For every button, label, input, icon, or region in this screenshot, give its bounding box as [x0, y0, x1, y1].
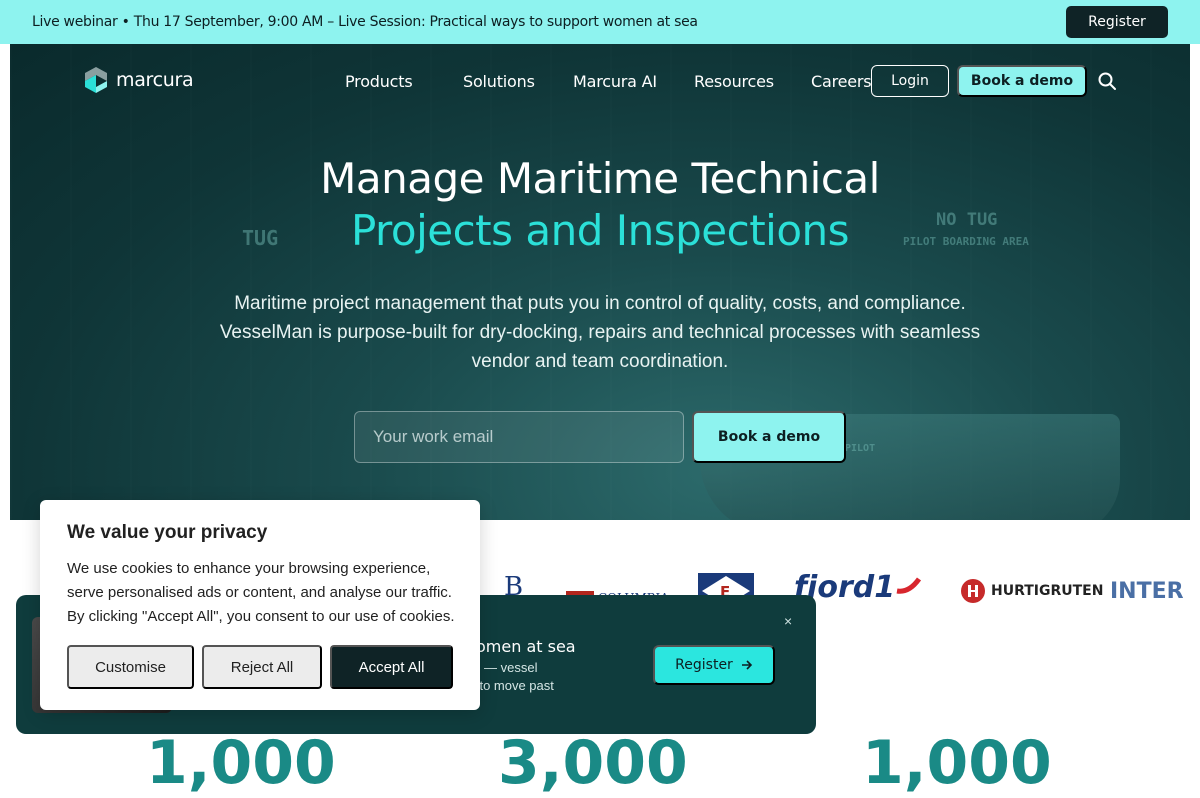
bg-label-pilot: PILOT: [845, 443, 876, 454]
webinar-register-button[interactable]: Register: [653, 645, 775, 685]
hero-subtitle: Maritime project management that puts yo…: [219, 293, 981, 372]
client-logo-inter: INTER: [1110, 566, 1184, 616]
accept-all-button[interactable]: Accept All: [330, 645, 453, 689]
nav-item-products[interactable]: Products: [345, 72, 413, 91]
main-nav: marcura Products Solutions Marcura AI Re…: [10, 44, 1190, 118]
work-email-input[interactable]: [354, 411, 684, 463]
hero-title-line2: Projects and Inspections: [350, 206, 850, 255]
cookie-text: We use cookies to enhance your browsing …: [67, 560, 455, 625]
stat-value-3: 1,000: [862, 728, 1052, 798]
stat-value-2: 3,000: [498, 728, 688, 798]
announcement-register-button[interactable]: Register: [1066, 6, 1168, 38]
hurtigruten-icon: [961, 579, 985, 603]
nav-item-resources[interactable]: Resources: [694, 72, 774, 91]
nav-item-careers[interactable]: Careers: [811, 72, 872, 91]
hero-book-demo-button[interactable]: Book a demo: [692, 411, 846, 463]
hurtigruten-logo-text: HURTIGRUTEN: [991, 583, 1104, 599]
webinar-title: omen at sea: [476, 637, 576, 656]
nav-item-marcura-ai[interactable]: Marcura AI: [573, 72, 657, 91]
login-button[interactable]: Login: [871, 65, 949, 97]
close-icon[interactable]: ×: [784, 613, 792, 629]
nav-book-demo-button[interactable]: Book a demo: [957, 65, 1087, 97]
announcement-bar: Live webinar • Thu 17 September, 9:00 AM…: [0, 0, 1200, 44]
search-icon[interactable]: [1097, 71, 1117, 91]
marcura-logo-icon: [85, 67, 107, 93]
hero-title-line1: Manage Maritime Technical: [320, 154, 880, 203]
cookie-title: We value your privacy: [67, 522, 268, 543]
webinar-register-label: Register: [675, 657, 733, 673]
marcura-logo[interactable]: marcura: [84, 66, 194, 94]
client-logo-hurtigruten: HURTIGRUTEN: [960, 566, 1103, 616]
nav-item-solutions[interactable]: Solutions: [463, 72, 535, 91]
logo-text: marcura: [116, 69, 194, 91]
webinar-line-1: — vessel: [484, 660, 538, 675]
fjord1-swoosh-icon: [896, 577, 922, 594]
customise-button[interactable]: Customise: [67, 645, 194, 689]
announcement-text: Live webinar • Thu 17 September, 9:00 AM…: [32, 14, 698, 30]
hero-section: TUG NO TUG PILOT BOARDING AREA PILOT mar…: [10, 44, 1190, 520]
inter-logo-text: INTER: [1110, 578, 1184, 604]
stat-value-1: 1,000: [146, 728, 336, 798]
cookie-consent-banner: We value your privacy We use cookies to …: [40, 500, 480, 710]
arrow-right-icon: [741, 660, 752, 670]
reject-all-button[interactable]: Reject All: [202, 645, 322, 689]
